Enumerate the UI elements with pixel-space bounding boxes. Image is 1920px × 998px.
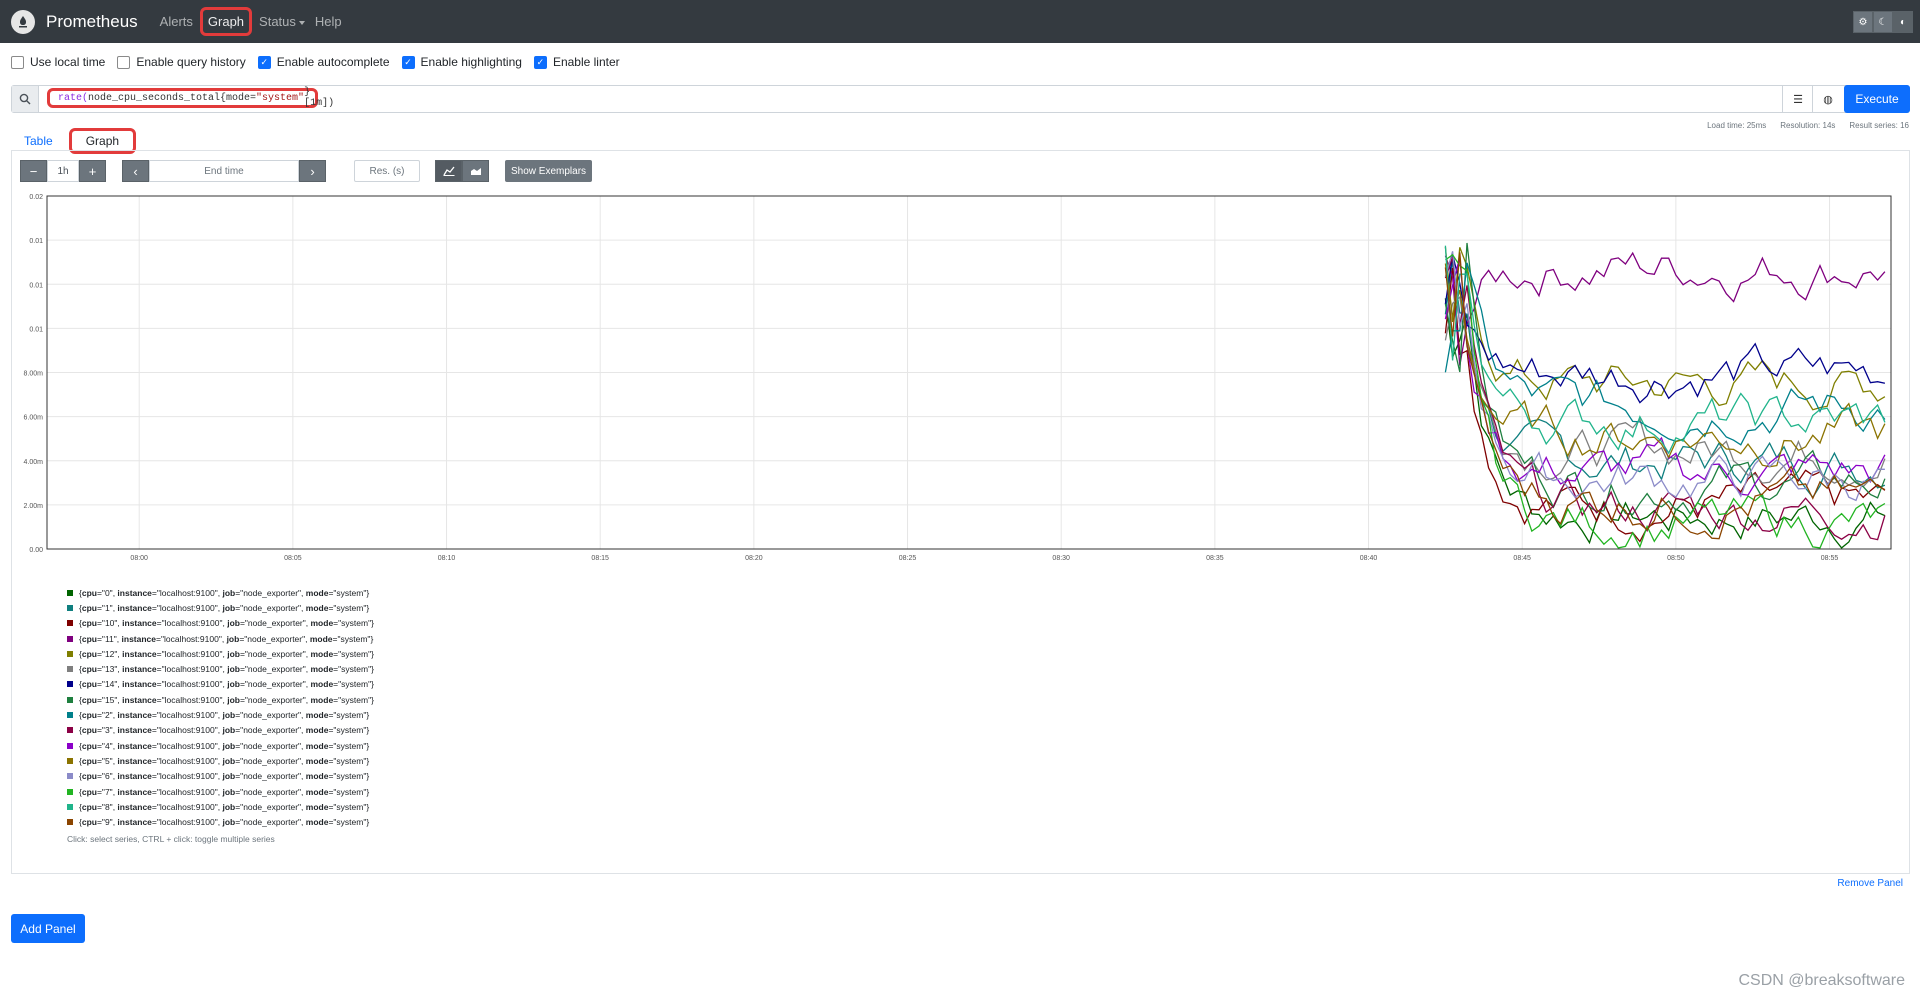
legend-item[interactable]: {cpu="2", instance="localhost:9100", job… [67, 707, 374, 722]
x-tick-label: 08:45 [1513, 555, 1531, 562]
legend-label: {cpu="7", instance="localhost:9100", job… [79, 786, 370, 797]
legend-item[interactable]: {cpu="9", instance="localhost:9100", job… [67, 814, 374, 829]
legend-swatch [67, 712, 73, 719]
legend-item[interactable]: {cpu="5", instance="localhost:9100", job… [67, 753, 374, 768]
legend-label: {cpu="3", instance="localhost:9100", job… [79, 725, 370, 736]
legend-swatch [67, 696, 73, 703]
legend-item[interactable]: {cpu="0", instance="localhost:9100", job… [67, 585, 374, 600]
x-tick-label: 08:40 [1360, 555, 1378, 562]
legend-item[interactable]: {cpu="8", instance="localhost:9100", job… [67, 799, 374, 814]
x-tick-label: 08:55 [1821, 555, 1839, 562]
legend-label: {cpu="1", instance="localhost:9100", job… [79, 602, 370, 613]
line-chart: 0.02 0.01 0.01 0.01 8.00m 6.00m 4.00m 2.00m 0.00… [24, 194, 1892, 562]
y-tick-label: 0.02 [29, 194, 43, 201]
x-tick-label: 08:35 [1206, 555, 1224, 562]
legend-item[interactable]: {cpu="11", instance="localhost:9100", jo… [67, 631, 374, 646]
y-tick-label: 0.01 [29, 282, 43, 289]
legend-swatch [67, 681, 73, 688]
legend: {cpu="0", instance="localhost:9100", job… [67, 585, 374, 844]
legend-swatch [67, 757, 73, 764]
legend-item[interactable]: {cpu="4", instance="localhost:9100", job… [67, 738, 374, 753]
legend-label: {cpu="15", instance="localhost:9100", jo… [79, 694, 374, 705]
y-tick-label: 8.00m [24, 371, 44, 378]
legend-label: {cpu="5", instance="localhost:9100", job… [79, 755, 370, 766]
add-panel-button[interactable]: Add Panel [11, 914, 85, 943]
legend-label: {cpu="6", instance="localhost:9100", job… [79, 771, 370, 782]
legend-hint: Click: select series, CTRL + click: togg… [67, 833, 275, 844]
x-tick-label: 08:50 [1667, 555, 1685, 562]
watermark: CSDN @breaksoftware [1738, 972, 1905, 989]
legend-item[interactable]: {cpu="7", instance="localhost:9100", job… [67, 784, 374, 799]
x-tick-label: 08:20 [745, 555, 763, 562]
y-tick-label: 0.01 [29, 326, 43, 333]
legend-swatch [67, 589, 73, 596]
x-tick-label: 08:30 [1052, 555, 1070, 562]
y-tick-label: 6.00m [24, 415, 44, 422]
x-tick-label: 08:10 [438, 555, 456, 562]
y-tick-label: 0.00 [29, 547, 43, 554]
legend-swatch [67, 788, 73, 795]
legend-label: {cpu="10", instance="localhost:9100", jo… [79, 618, 374, 629]
legend-swatch [67, 604, 73, 611]
x-tick-label: 08:25 [899, 555, 917, 562]
legend-swatch [67, 666, 73, 673]
legend-label: {cpu="12", instance="localhost:9100", jo… [79, 648, 374, 659]
legend-item[interactable]: {cpu="12", instance="localhost:9100", jo… [67, 646, 374, 661]
legend-swatch [67, 773, 73, 780]
x-tick-label: 08:15 [591, 555, 609, 562]
legend-label: {cpu="8", instance="localhost:9100", job… [79, 801, 370, 812]
legend-swatch [67, 635, 73, 642]
x-tick-label: 08:00 [130, 555, 148, 562]
legend-swatch [67, 620, 73, 627]
legend-label: {cpu="2", instance="localhost:9100", job… [79, 710, 370, 721]
y-tick-label: 2.00m [24, 503, 44, 510]
legend-label: {cpu="0", instance="localhost:9100", job… [79, 587, 370, 598]
legend-item[interactable]: {cpu="1", instance="localhost:9100", job… [67, 600, 374, 615]
legend-swatch [67, 742, 73, 749]
legend-item[interactable]: {cpu="14", instance="localhost:9100", jo… [67, 677, 374, 692]
legend-item[interactable]: {cpu="6", instance="localhost:9100", job… [67, 769, 374, 784]
legend-swatch [67, 803, 73, 810]
legend-label: {cpu="14", instance="localhost:9100", jo… [79, 679, 374, 690]
x-tick-label: 08:05 [284, 555, 302, 562]
legend-label: {cpu="4", instance="localhost:9100", job… [79, 740, 370, 751]
legend-item[interactable]: {cpu="10", instance="localhost:9100", jo… [67, 616, 374, 631]
legend-swatch [67, 727, 73, 734]
remove-panel-link[interactable]: Remove Panel [1837, 878, 1903, 889]
legend-label: {cpu="11", instance="localhost:9100", jo… [79, 633, 374, 644]
legend-item[interactable]: {cpu="15", instance="localhost:9100", jo… [67, 692, 374, 707]
legend-item[interactable]: {cpu="3", instance="localhost:9100", job… [67, 723, 374, 738]
legend-item[interactable]: {cpu="13", instance="localhost:9100", jo… [67, 661, 374, 676]
legend-label: {cpu="13", instance="localhost:9100", jo… [79, 664, 374, 675]
legend-swatch [67, 650, 73, 657]
y-tick-label: 0.01 [29, 238, 43, 245]
legend-label: {cpu="9", instance="localhost:9100", job… [79, 817, 370, 828]
legend-swatch [67, 819, 73, 826]
y-tick-label: 4.00m [24, 459, 44, 466]
